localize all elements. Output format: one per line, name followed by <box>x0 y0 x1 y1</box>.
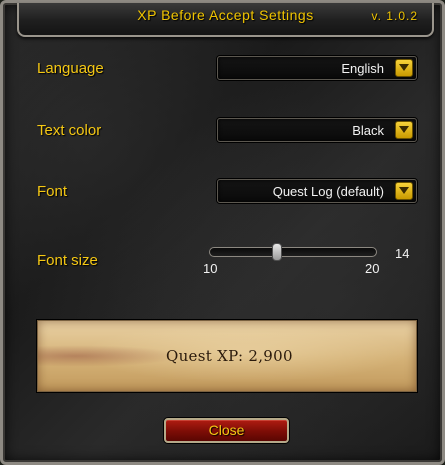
language-value: English <box>341 61 384 76</box>
language-label: Language <box>37 60 104 77</box>
text-color-dropdown[interactable]: Black <box>217 118 417 142</box>
slider-max-label: 20 <box>365 261 380 276</box>
language-dropdown[interactable]: English <box>217 56 417 80</box>
font-preview: Quest XP: 2,900 <box>37 320 417 392</box>
close-button[interactable]: Close <box>164 418 289 443</box>
window-title: XP Before Accept Settings <box>137 7 314 23</box>
preview-text: Quest XP: 2,900 <box>166 347 293 365</box>
version-label: v. 1.0.2 <box>371 9 418 23</box>
font-value: Quest Log (default) <box>272 184 384 199</box>
chevron-down-icon[interactable] <box>395 182 413 200</box>
slider-thumb[interactable] <box>272 243 283 261</box>
title-bar[interactable]: XP Before Accept Settings v. 1.0.2 <box>17 3 434 37</box>
font-size-slider[interactable] <box>209 243 377 261</box>
settings-dialog: XP Before Accept Settings v. 1.0.2 Langu… <box>0 0 445 465</box>
font-label: Font <box>37 183 68 200</box>
font-size-label: Font size <box>37 252 98 269</box>
font-dropdown[interactable]: Quest Log (default) <box>217 179 417 203</box>
slider-min-label: 10 <box>203 261 218 276</box>
slider-value-label: 14 <box>395 246 410 261</box>
chevron-down-icon[interactable] <box>395 59 413 77</box>
text-color-value: Black <box>352 123 384 138</box>
text-color-label: Text color <box>37 122 102 139</box>
chevron-down-icon[interactable] <box>395 121 413 139</box>
close-button-label: Close <box>208 422 245 438</box>
